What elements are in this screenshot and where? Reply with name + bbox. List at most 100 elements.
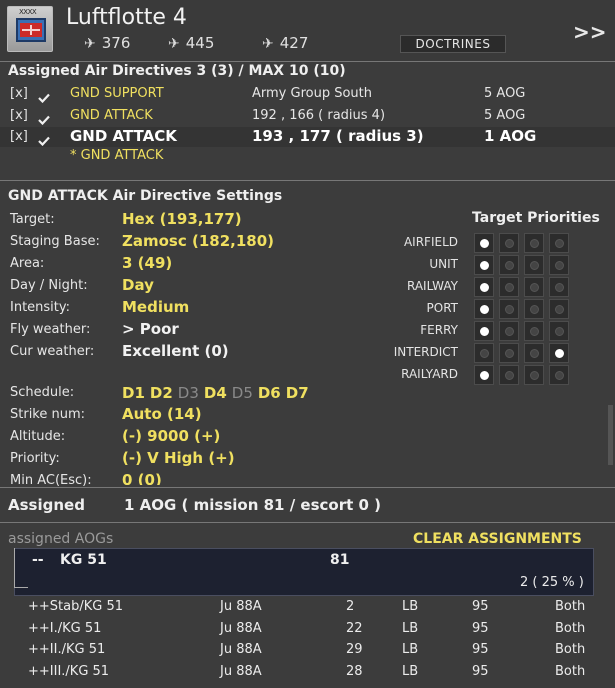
setting-value[interactable]: Day <box>122 276 154 294</box>
priority-dot-icon <box>555 239 564 248</box>
priority-cell[interactable] <box>524 321 544 341</box>
priority-cell[interactable] <box>474 321 494 341</box>
unit-name[interactable]: ++Stab/KG 51 <box>28 599 123 614</box>
priority-dot-icon <box>555 261 564 270</box>
setting-label: Altitude: <box>10 429 66 444</box>
schedule-day[interactable]: D6 <box>258 384 281 402</box>
setting-value[interactable]: (-) 9000 (+) <box>122 427 220 445</box>
priority-cell[interactable] <box>499 277 519 297</box>
aog-group-prefix[interactable]: -- <box>32 552 44 568</box>
setting-label: Area: <box>10 256 45 271</box>
schedule-day[interactable]: D1 <box>122 384 145 402</box>
priority-cell[interactable] <box>474 255 494 275</box>
unit-name[interactable]: ++III./KG 51 <box>28 664 109 679</box>
directive-target: 193 , 177 ( radius 3) <box>252 127 424 145</box>
priority-cell[interactable] <box>524 255 544 275</box>
forward-button[interactable]: >> <box>573 20 607 44</box>
priority-cell[interactable] <box>549 233 569 253</box>
setting-value[interactable]: Auto (14) <box>122 405 202 423</box>
unit-name[interactable]: ++II./KG 51 <box>28 642 105 657</box>
priority-dot-icon <box>555 371 564 380</box>
priority-cell[interactable] <box>524 343 544 363</box>
unit-count: 2 <box>346 599 355 614</box>
setting-label: Fly weather: <box>10 322 91 337</box>
setting-label: Target: <box>10 212 55 227</box>
setting-value[interactable]: > Poor <box>122 320 179 338</box>
priority-label: RAILYARD <box>401 367 458 381</box>
tree-branch <box>14 587 28 588</box>
priority-cell[interactable] <box>549 277 569 297</box>
schedule-day[interactable]: D3 <box>178 384 199 402</box>
directive-aog-count: 1 AOG <box>484 127 537 145</box>
priority-cell[interactable] <box>499 233 519 253</box>
priority-dot-icon <box>480 239 489 248</box>
setting-value[interactable]: 0 (0) <box>122 471 162 485</box>
setting-value[interactable]: Excellent (0) <box>122 342 229 360</box>
doctrines-button[interactable]: DOCTRINES <box>400 35 506 53</box>
setting-value[interactable]: Hex (193,177) <box>122 210 242 228</box>
setting-value[interactable]: Medium <box>122 298 189 316</box>
priority-cell[interactable] <box>499 365 519 385</box>
new-directive-item[interactable]: * GND ATTACK <box>70 148 163 163</box>
fighter-count: ✈ 376 <box>84 34 130 52</box>
directive-mark[interactable]: [x] <box>10 108 28 123</box>
priority-dot-icon <box>505 327 514 336</box>
priority-cell[interactable] <box>474 343 494 363</box>
schedule-day[interactable]: D5 <box>232 384 253 402</box>
priority-cell[interactable] <box>549 321 569 341</box>
directive-type[interactable]: GND ATTACK <box>70 108 153 123</box>
priority-dot-icon <box>505 239 514 248</box>
priority-cell[interactable] <box>499 299 519 319</box>
priority-cell[interactable] <box>474 233 494 253</box>
priority-cell[interactable] <box>474 299 494 319</box>
setting-value[interactable]: Zamosc (182,180) <box>122 232 274 250</box>
unit-mode: Both <box>555 642 586 657</box>
unit-aircraft: Ju 88A <box>220 599 262 614</box>
priority-cell[interactable] <box>549 299 569 319</box>
divider-top <box>0 61 615 62</box>
unit-name[interactable]: ++I./KG 51 <box>28 621 101 636</box>
priority-cell[interactable] <box>474 365 494 385</box>
clear-assignments-button[interactable]: CLEAR ASSIGNMENTS <box>413 531 582 547</box>
aog-group-mission: 81 <box>330 552 350 568</box>
priority-cell[interactable] <box>549 343 569 363</box>
priority-dot-icon <box>480 305 489 314</box>
priority-dot-icon <box>530 239 539 248</box>
schedule-days: D1 D2 D3 D4 D5 D6 D7 <box>122 383 314 402</box>
priority-dot-icon <box>480 261 489 270</box>
aog-group-name[interactable]: KG 51 <box>60 552 107 568</box>
priority-cell[interactable] <box>549 255 569 275</box>
air-unit-symbol <box>16 18 46 42</box>
priority-cell[interactable] <box>524 299 544 319</box>
aogs-heading: assigned AOGs <box>8 531 114 547</box>
schedule-day[interactable]: D2 <box>150 384 173 402</box>
setting-label: Priority: <box>10 451 60 466</box>
priority-cell[interactable] <box>524 365 544 385</box>
directive-mark[interactable]: [x] <box>10 129 28 144</box>
directive-type[interactable]: GND ATTACK <box>70 127 177 145</box>
unit-role: LB <box>402 642 419 657</box>
setting-label: Min AC(Esc): <box>10 473 92 488</box>
priority-cell[interactable] <box>499 321 519 341</box>
directive-mark[interactable]: [x] <box>10 86 28 101</box>
priority-cell[interactable] <box>549 365 569 385</box>
settings-scrollbar[interactable] <box>608 405 613 465</box>
assigned-value: 1 AOG ( mission 81 / escort 0 ) <box>124 496 382 514</box>
priority-cell[interactable] <box>474 277 494 297</box>
priority-cell[interactable] <box>524 277 544 297</box>
setting-value[interactable]: 3 (49) <box>122 254 172 272</box>
tree-line <box>14 548 15 588</box>
unit-role: LB <box>402 599 419 614</box>
setting-value[interactable]: (-) V High (+) <box>122 449 235 467</box>
directive-type[interactable]: GND SUPPORT <box>70 86 164 101</box>
unit-role: LB <box>402 663 419 679</box>
priority-label: PORT <box>426 301 458 315</box>
unit-badge-icon[interactable]: XXXX <box>7 6 53 52</box>
priority-cell[interactable] <box>499 255 519 275</box>
priority-dot-icon <box>530 261 539 270</box>
schedule-day[interactable]: D7 <box>286 384 309 402</box>
schedule-day[interactable]: D4 <box>204 384 227 402</box>
priority-cell[interactable] <box>524 233 544 253</box>
priority-cell[interactable] <box>499 343 519 363</box>
priority-dot-icon <box>530 349 539 358</box>
